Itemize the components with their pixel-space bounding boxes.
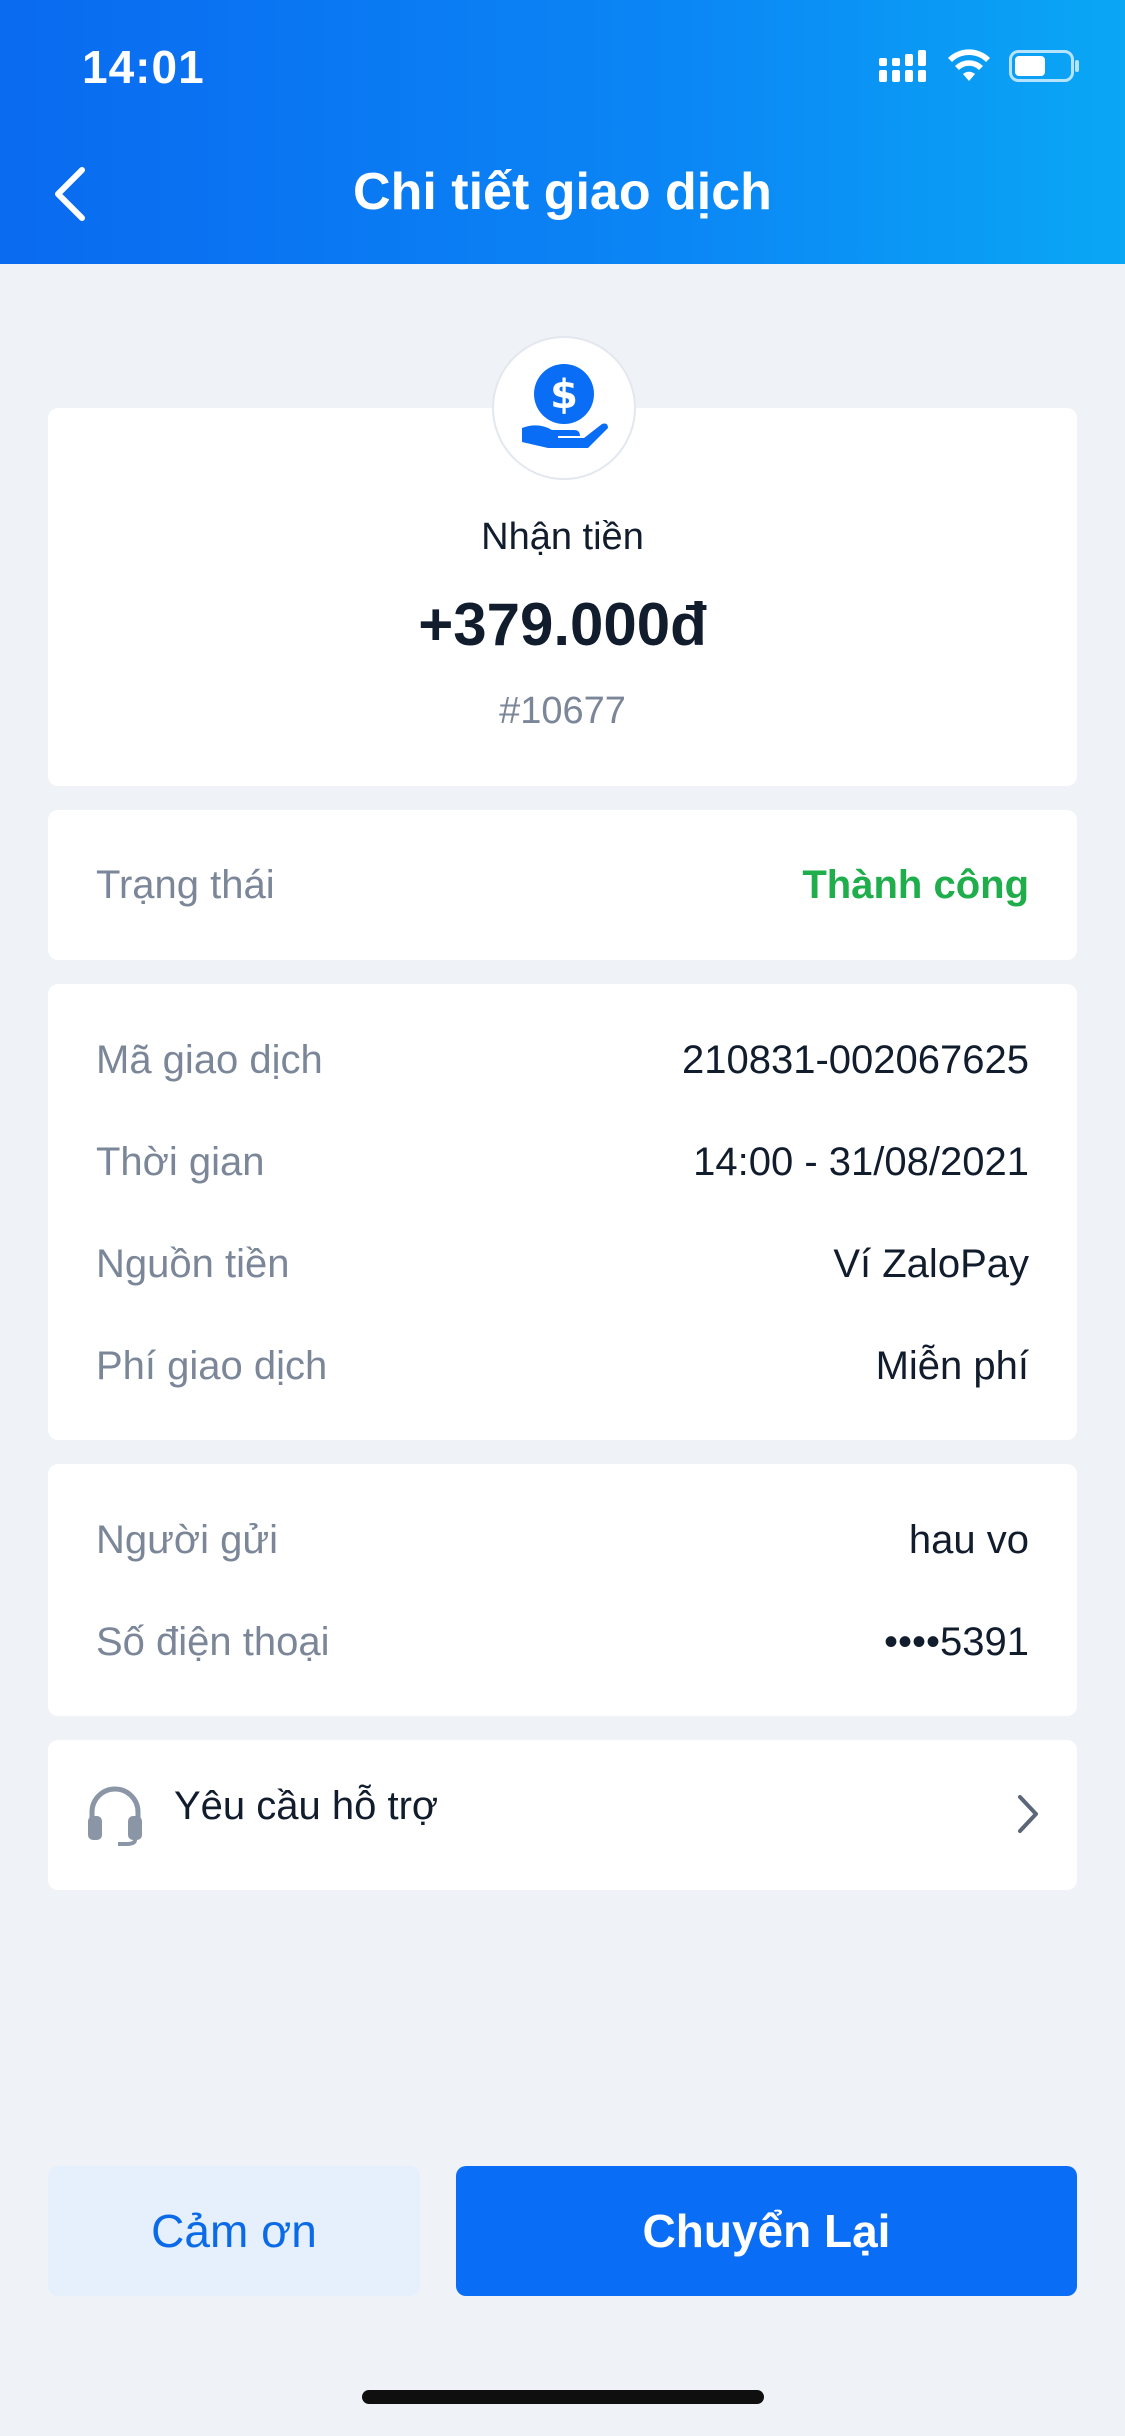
- transaction-type-badge: $: [492, 336, 636, 480]
- chevron-right-icon: [1015, 1792, 1041, 1841]
- detail-row-source: Nguồn tiền Ví ZaloPay: [96, 1234, 1029, 1294]
- status-time: 14:01: [82, 41, 205, 93]
- sender-value: ••••5391: [884, 1619, 1029, 1664]
- cellular-signal-icon: [879, 48, 929, 89]
- header-bar: 14:01 Chi tiết giao dịch: [0, 0, 1125, 264]
- status-row: Trạng thái Thành công: [96, 855, 1029, 915]
- sender-card: Người gửi hau vo Số điện thoại ••••5391: [48, 1464, 1077, 1716]
- status-value: Thành công: [802, 862, 1029, 907]
- sender-row-name: Người gửi hau vo: [96, 1510, 1029, 1570]
- detail-value: Miễn phí: [875, 1343, 1029, 1388]
- detail-label: Mã giao dịch: [96, 1037, 323, 1082]
- sender-label: Số điện thoại: [96, 1619, 330, 1664]
- thanks-button[interactable]: Cảm ơn: [48, 2166, 420, 2296]
- sender-value: hau vo: [908, 1517, 1029, 1562]
- headset-icon: [84, 1784, 146, 1851]
- transaction-type-label: Nhận tiền: [481, 516, 644, 558]
- sender-row-phone: Số điện thoại ••••5391: [96, 1612, 1029, 1672]
- detail-row-time: Thời gian 14:00 - 31/08/2021: [96, 1132, 1029, 1192]
- page-title: Chi tiết giao dịch: [353, 163, 772, 221]
- svg-text:$: $: [550, 372, 578, 418]
- wifi-icon: [947, 49, 991, 88]
- support-label: Yêu cầu hỗ trợ: [174, 1784, 439, 1828]
- resend-button[interactable]: Chuyển Lại: [456, 2166, 1077, 2296]
- details-card: Mã giao dịch 210831-002067625 Thời gian …: [48, 984, 1077, 1440]
- detail-value: 210831-002067625: [681, 1037, 1029, 1082]
- sender-label: Người gửi: [96, 1517, 279, 1562]
- detail-row-fee: Phí giao dịch Miễn phí: [96, 1336, 1029, 1396]
- support-request-button[interactable]: Yêu cầu hỗ trợ: [48, 1740, 1077, 1890]
- detail-value: 14:00 - 31/08/2021: [693, 1139, 1029, 1184]
- detail-label: Phí giao dịch: [96, 1343, 328, 1388]
- status-label: Trạng thái: [96, 862, 275, 907]
- status-icons: [879, 48, 1081, 89]
- detail-label: Nguồn tiền: [96, 1241, 290, 1286]
- money-receive-icon: $: [518, 358, 610, 459]
- home-indicator: [362, 2390, 764, 2404]
- status-card: Trạng thái Thành công: [48, 810, 1077, 960]
- battery-icon: [1009, 48, 1081, 89]
- detail-label: Thời gian: [96, 1139, 265, 1184]
- detail-value: Ví ZaloPay: [833, 1241, 1029, 1286]
- transaction-amount: +379.000đ: [418, 591, 707, 658]
- transaction-code: #10677: [499, 690, 626, 732]
- detail-row-transaction-id: Mã giao dịch 210831-002067625: [96, 1030, 1029, 1090]
